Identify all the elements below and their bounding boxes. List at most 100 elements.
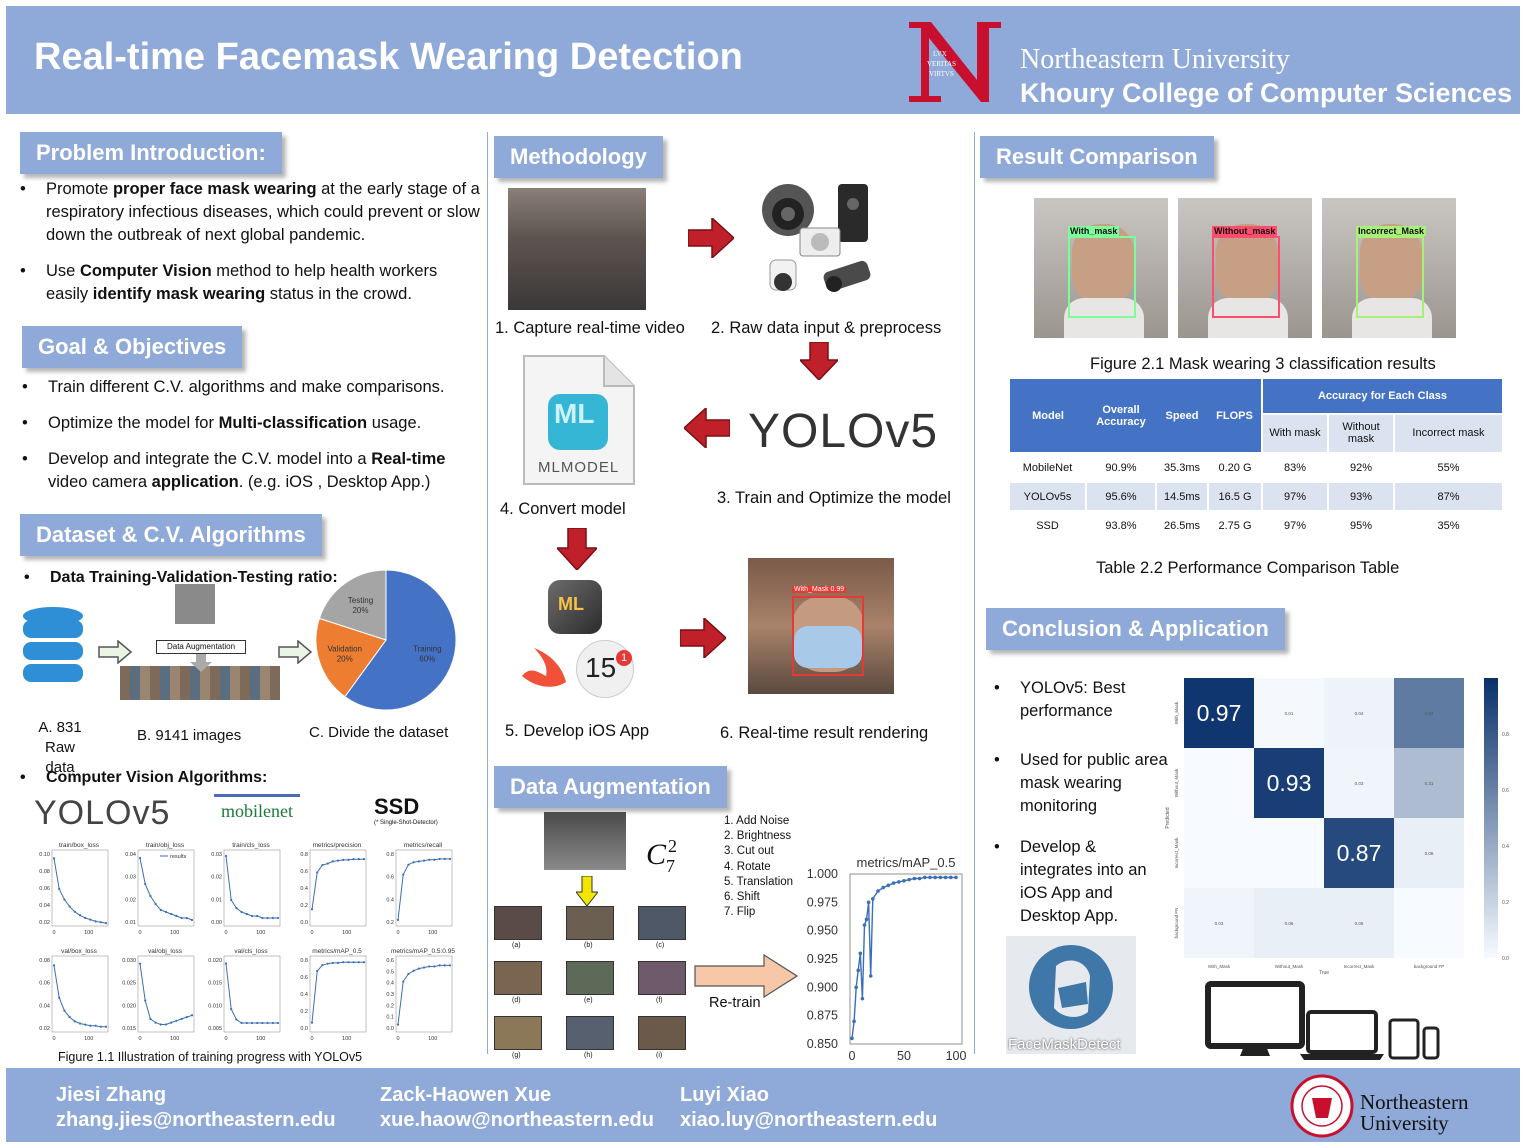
mini-ytick: 0.015 [122,1026,136,1032]
map-point [943,875,948,880]
colorbar-tick: 0.6 [1502,788,1509,794]
mini-ytick: 0.025 [122,981,136,987]
augmented-tiles: (a) (b) (c) (d) (e) (f) (g) (h) (i) [494,906,694,1066]
heatmap-value: 0.87 [1337,840,1382,866]
retrain-label: Re-train [709,995,761,1011]
map-point [862,923,867,927]
problem-bullet-1: • Promote proper face mask wearing at the… [20,180,480,244]
table-cell: SSD [1010,511,1086,541]
mini-ytick: 0.04 [125,852,136,858]
map-point [949,875,953,880]
table-cell: 90.9% [1085,453,1156,483]
table-cell: 35% [1393,511,1502,541]
table-cell: 97% [1261,482,1328,512]
mini-ytick: 0.04 [39,903,50,909]
mini-xtick: 0 [396,930,399,936]
map-xtick: 50 [897,1049,911,1063]
table-cell: Speed [1156,379,1208,454]
mini-xtick: 100 [170,1036,179,1042]
heatmap-cell [1184,818,1254,888]
result-photo: Incorrect_Mask [1322,198,1456,338]
mini-chart-title: val/obj_loss [148,948,183,955]
pie-pct-validation: 20% [337,654,353,663]
database-icon [23,607,83,682]
yellow-arrow-down [576,876,598,906]
mini-xtick: 100 [256,930,265,936]
map-point [938,875,943,880]
author-3-email[interactable]: xiao.luy@northeastern.edu [680,1109,937,1132]
map-point [923,875,927,880]
map-ytick: 0.900 [807,980,838,994]
performance-table: Model Overall Accuracy Speed FLOPS Accuracy … [1010,379,1502,541]
table-cell: 16.5 G [1207,482,1262,512]
mini-chart-title: train/box_loss [59,842,100,849]
heatmap-cell [1184,748,1254,818]
heatmap-xlabel: True [1319,970,1329,976]
conclusion-bullet-3: • Develop & integrates into an iOS App an… [994,838,1147,925]
goal-bullet-1: • Train different C.V. algorithms and mak… [22,378,445,396]
methodology-heading: Methodology [494,136,663,178]
table-caption: Table 2.2 Performance Comparison Table [1096,559,1400,577]
table-cell: FLOPS [1208,379,1262,454]
mini-ytick: 0.2 [386,920,394,926]
mini-ytick: 0.2 [300,903,308,909]
heatmap-value: 0.03 [1215,921,1224,926]
augmented-tile [638,961,686,995]
map-chart-frame [849,873,963,1045]
pie-label-training: Training [413,644,442,653]
table-row: Model Overall Accuracy Speed FLOPS Accuracy … [1010,379,1502,454]
mini-chart-frame [223,955,281,1033]
table-cell: 35.3ms [1155,453,1208,483]
map-point [854,985,858,990]
map-chart-title: metrics/mAP_0.5 [857,855,956,870]
table-cell: 55% [1393,453,1502,483]
app-name: FaceMaskDetect [1008,1036,1121,1053]
mini-ytick: 0.015 [208,981,222,987]
mini-chart-title: train/obj_loss [146,842,185,849]
mini-ytick: 0.6 [386,958,394,964]
mini-chart-title: metrics/mAP_0.5 [312,948,362,955]
colorbar-tick: 0.0 [1502,956,1509,962]
retrain-arrow [694,954,798,998]
goal-heading: Goal & Objectives [22,326,243,368]
red-arrow-down-1 [800,342,838,380]
ml-glyph: ML [554,398,595,429]
map-point [907,877,911,882]
detection-label: Without_mask [1212,226,1278,236]
heatmap-cell [1394,888,1464,958]
university-seal-icon [1290,1074,1354,1138]
augmentation-item: 6. Shift [724,891,760,904]
crowd-photo [508,188,646,310]
northeastern-n-logo: LVX VERITAS VIRTVS [909,22,1001,102]
combo-sub: 7 [666,856,675,876]
figure-1-caption: Figure 1.1 Illustration of training prog… [58,1050,363,1064]
colorbar-tick: 0.2 [1502,900,1509,906]
mini-xtick: 100 [170,930,179,936]
poster-title: Real-time Facemask Wearing Detection [34,36,743,78]
author-3-name: Luyi Xiao [680,1084,769,1106]
tile-label: (e) [584,997,593,1004]
mini-xtick: 100 [342,930,351,936]
map-point [886,883,891,888]
red-arrow-left-1 [684,408,730,448]
mini-ytick: 0.06 [39,981,50,987]
map-ytick: 0.975 [807,895,838,909]
augmentation-list: 1. Add Noise 2. Brightness 3. Cut out 4. Ro… [724,814,793,920]
realtime-detection-photo: With_Mask 0.99 [748,558,894,694]
red-arrow-down-2 [557,528,597,570]
author-2-email[interactable]: xue.haow@northeastern.edu [380,1109,654,1132]
tile-label: (d) [512,997,521,1004]
map-chart: metrics/mAP_0.5 1.000 0.975 0.950 0.925 0.900… [807,855,967,1063]
mini-ytick: 0.10 [39,852,50,858]
mini-ytick: 0.8 [300,958,308,964]
footer-univ-1: Northeastern [1360,1090,1469,1114]
mini-chart-title: metrics/mAP_0.5:0.95 [391,948,455,955]
table-row: SSD 93.8% 26.5ms 2.75 G 97% 95% 35% [1010,511,1502,541]
detection-box [1212,236,1280,318]
mini-chart-title: metrics/precision [313,842,362,849]
detection-box [792,596,864,676]
author-1-email[interactable]: zhang.jies@northeastern.edu [56,1109,336,1132]
heatmap-value: 0.06 [1425,851,1434,856]
dataset-heading: Dataset & C.V. Algorithms [20,514,322,556]
map-point [881,885,885,890]
